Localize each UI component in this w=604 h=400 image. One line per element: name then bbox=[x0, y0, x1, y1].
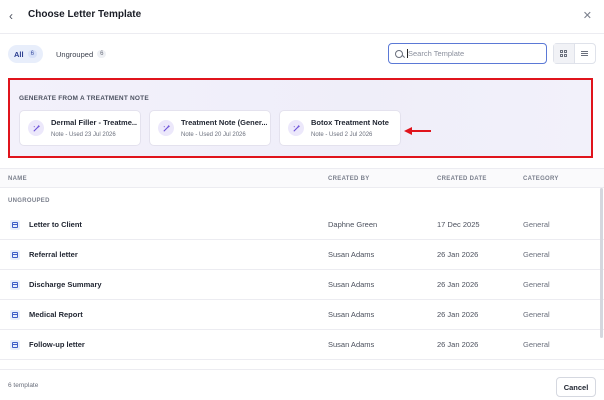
list-view-button[interactable] bbox=[575, 44, 595, 63]
list-icon bbox=[581, 50, 589, 57]
template-name: Medical Report bbox=[29, 310, 83, 319]
document-icon bbox=[10, 250, 20, 260]
created-by: Susan Adams bbox=[328, 310, 375, 319]
treatment-note-card[interactable]: Treatment Note (Gener... Note - Used 20 … bbox=[149, 110, 271, 146]
search-input[interactable] bbox=[408, 49, 538, 58]
template-name: Discharge Summary bbox=[29, 280, 102, 289]
back-chevron-icon[interactable]: ‹ bbox=[9, 9, 23, 23]
note-usage: Note - Used 2 Jul 2026 bbox=[311, 132, 373, 138]
note-usage: Note - Used 20 Jul 2026 bbox=[181, 132, 246, 138]
document-icon bbox=[10, 220, 20, 230]
category: General bbox=[523, 310, 550, 319]
created-date: 17 Dec 2025 bbox=[437, 220, 480, 229]
template-name: Referral letter bbox=[29, 250, 78, 259]
filter-ungrouped-label: Ungrouped bbox=[56, 49, 94, 59]
created-by: Susan Adams bbox=[328, 250, 375, 259]
category: General bbox=[523, 220, 550, 229]
scrollbar-thumb[interactable] bbox=[600, 188, 603, 338]
filter-ungrouped-count: 6 bbox=[97, 50, 107, 58]
search-icon bbox=[395, 49, 403, 58]
column-header-category[interactable]: CATEGORY bbox=[523, 176, 559, 182]
category: General bbox=[523, 340, 550, 349]
magic-wand-icon bbox=[288, 120, 304, 136]
created-by: Daphne Green bbox=[328, 220, 378, 229]
group-label: UNGROUPED bbox=[8, 198, 50, 204]
modal-footer: 6 template Cancel bbox=[0, 369, 604, 400]
table-row[interactable]: Referral letter Susan Adams 26 Jan 2026 … bbox=[0, 240, 604, 270]
search-box[interactable] bbox=[388, 43, 547, 64]
column-header-created-date[interactable]: CREATED DATE bbox=[437, 176, 487, 182]
note-name: Botox Treatment Note bbox=[311, 118, 389, 127]
view-toggle bbox=[553, 43, 596, 64]
document-icon bbox=[10, 280, 20, 290]
table-row[interactable]: Letter to Client Daphne Green 17 Dec 202… bbox=[0, 210, 604, 240]
grid-icon bbox=[560, 50, 568, 57]
close-icon[interactable]: ✕ bbox=[583, 9, 592, 23]
template-name: Follow-up letter bbox=[29, 340, 85, 349]
filter-bar: All 6 Ungrouped 6 bbox=[0, 34, 604, 74]
table-row[interactable]: Follow-up letter Susan Adams 26 Jan 2026… bbox=[0, 330, 604, 360]
template-name: Letter to Client bbox=[29, 220, 82, 229]
column-header-name[interactable]: NAME bbox=[8, 176, 27, 182]
red-arrow-annotation-icon bbox=[404, 127, 431, 135]
grid-view-button[interactable] bbox=[554, 44, 575, 63]
document-icon bbox=[10, 310, 20, 320]
treatment-note-card[interactable]: Botox Treatment Note Note - Used 2 Jul 2… bbox=[279, 110, 401, 146]
category: General bbox=[523, 280, 550, 289]
filter-all-count: 6 bbox=[27, 50, 37, 58]
modal-header: ‹ Choose Letter Template ✕ bbox=[0, 0, 604, 34]
cancel-button[interactable]: Cancel bbox=[556, 377, 596, 397]
note-name: Dermal Filler - Treatme... bbox=[51, 118, 137, 127]
template-count: 6 template bbox=[8, 382, 39, 389]
table-row[interactable]: Discharge Summary Susan Adams 26 Jan 202… bbox=[0, 270, 604, 300]
text-caret bbox=[407, 49, 408, 58]
magic-wand-icon bbox=[158, 120, 174, 136]
treatment-note-card[interactable]: Dermal Filler - Treatme... Note - Used 2… bbox=[19, 110, 141, 146]
note-usage: Note - Used 23 Jul 2026 bbox=[51, 132, 116, 138]
created-date: 26 Jan 2026 bbox=[437, 340, 479, 349]
note-name: Treatment Note (Gener... bbox=[181, 118, 267, 127]
magic-wand-icon bbox=[28, 120, 44, 136]
filter-all-label: All bbox=[14, 49, 24, 59]
created-date: 26 Jan 2026 bbox=[437, 310, 479, 319]
category: General bbox=[523, 250, 550, 259]
column-header-created-by[interactable]: CREATED BY bbox=[328, 176, 370, 182]
treatment-note-section: GENERATE FROM A TREATMENT NOTE Dermal Fi… bbox=[8, 78, 593, 158]
table-row[interactable]: Medical Report Susan Adams 26 Jan 2026 G… bbox=[0, 300, 604, 330]
created-by: Susan Adams bbox=[328, 340, 375, 349]
created-date: 26 Jan 2026 bbox=[437, 250, 479, 259]
created-by: Susan Adams bbox=[328, 280, 375, 289]
table-header: NAME CREATED BY CREATED DATE CATEGORY bbox=[0, 168, 604, 188]
page-title: Choose Letter Template bbox=[28, 9, 142, 20]
section-heading: GENERATE FROM A TREATMENT NOTE bbox=[19, 95, 149, 102]
filter-all-tab[interactable]: All 6 bbox=[8, 45, 43, 63]
document-icon bbox=[10, 340, 20, 350]
created-date: 26 Jan 2026 bbox=[437, 280, 479, 289]
filter-ungrouped-tab[interactable]: Ungrouped 6 bbox=[50, 45, 112, 63]
